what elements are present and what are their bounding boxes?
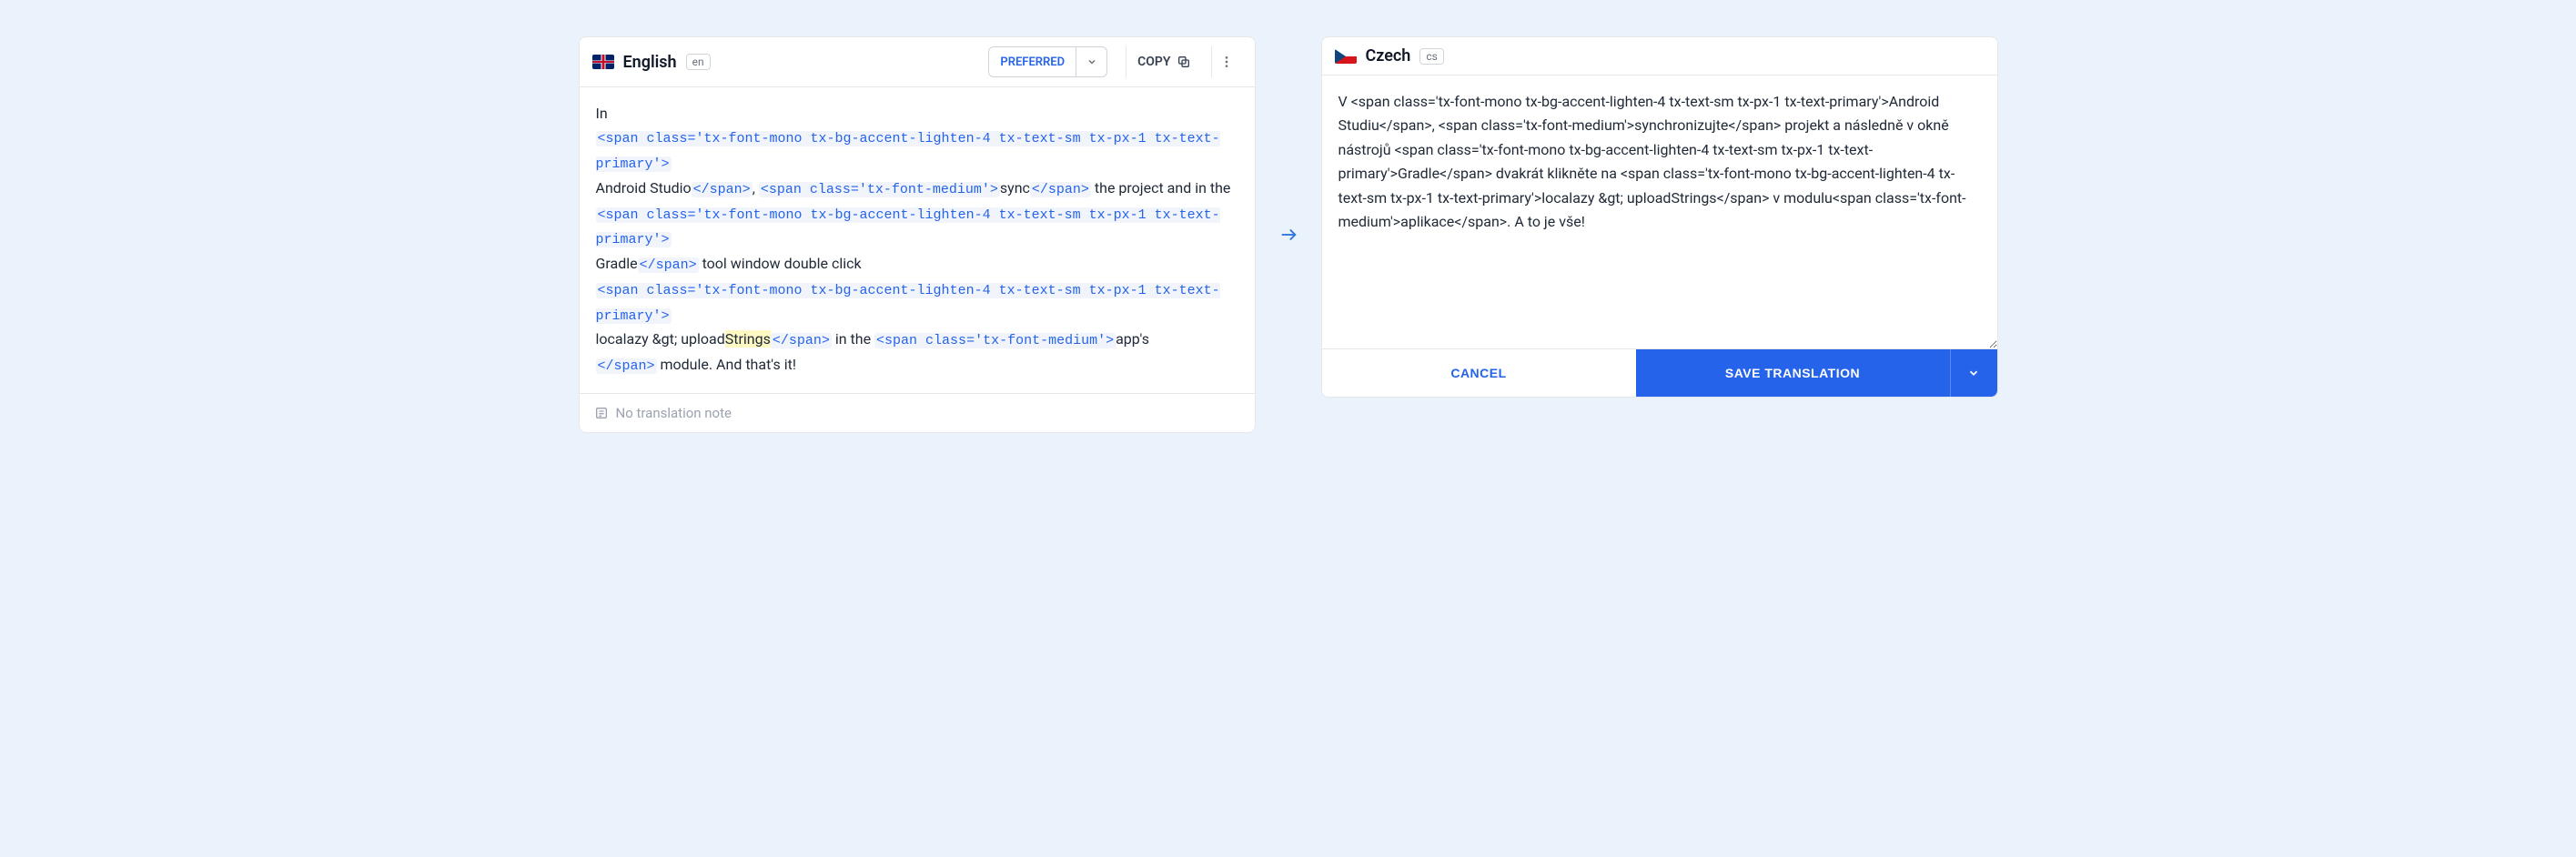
source-panel: English en PREFERRED COPY In <span class=…	[579, 36, 1256, 433]
markup-token: <span class='tx-font-mono tx-bg-accent-l…	[596, 131, 1220, 172]
arrow-right-icon	[1278, 225, 1298, 245]
markup-token: </span>	[638, 257, 699, 273]
flag-cz-icon	[1335, 49, 1357, 64]
source-language-name: English	[623, 53, 677, 72]
source-header: English en PREFERRED COPY	[580, 37, 1255, 87]
flag-uk-icon	[592, 55, 614, 69]
markup-token: </span>	[1030, 182, 1091, 197]
translation-note-row[interactable]: No translation note	[580, 393, 1255, 432]
markup-token: </span>	[692, 182, 753, 197]
source-text: the project and in the	[1091, 179, 1231, 197]
more-vertical-icon	[1219, 55, 1234, 69]
target-footer: CANCEL SAVE TRANSLATION	[1322, 348, 1997, 397]
cancel-button[interactable]: CANCEL	[1322, 349, 1636, 397]
source-text: sync	[1000, 179, 1030, 197]
source-text: localazy &gt; upload	[596, 330, 725, 348]
source-text: Gradle	[596, 255, 638, 272]
chevron-down-icon	[1086, 56, 1097, 67]
markup-token: <span class='tx-font-medium'>	[759, 182, 1000, 197]
translation-input[interactable]	[1322, 76, 1997, 348]
preferred-badge[interactable]: PREFERRED	[988, 46, 1076, 77]
target-header: Czech cs	[1322, 37, 1997, 76]
translation-note-placeholder: No translation note	[616, 405, 732, 421]
source-language-code: en	[686, 54, 711, 70]
source-text: in the	[832, 330, 874, 348]
markup-token: </span>	[771, 333, 832, 348]
preferred-dropdown-button[interactable]	[1076, 46, 1107, 77]
target-language-name: Czech	[1366, 46, 1411, 66]
source-text: app's	[1116, 330, 1149, 348]
copy-button[interactable]: COPY	[1126, 46, 1201, 77]
note-icon	[594, 406, 609, 420]
target-panel: Czech cs CANCEL SAVE TRANSLATION	[1321, 36, 1998, 398]
direction-arrow	[1278, 225, 1299, 245]
source-string-content: In <span class='tx-font-mono tx-bg-accent…	[580, 87, 1255, 393]
source-text: ,	[753, 179, 759, 197]
translation-editor: English en PREFERRED COPY In <span class=…	[579, 36, 1998, 433]
save-translation-button[interactable]: SAVE TRANSLATION	[1636, 349, 1950, 397]
save-dropdown-button[interactable]	[1950, 349, 1997, 397]
source-text: tool window double click	[699, 255, 862, 272]
more-menu-button[interactable]	[1211, 46, 1242, 77]
source-text: Android Studio	[596, 179, 692, 197]
markup-token: </span>	[596, 358, 657, 374]
markup-token: <span class='tx-font-medium'>	[874, 333, 1116, 348]
target-language-code: cs	[1419, 48, 1443, 65]
copy-label: COPY	[1137, 55, 1170, 69]
source-text: In	[596, 105, 608, 122]
copy-icon	[1177, 55, 1191, 69]
source-text: module. And that's it!	[657, 356, 796, 373]
source-text-highlight: Strings	[725, 330, 771, 348]
chevron-down-icon	[1967, 367, 1980, 379]
markup-token: <span class='tx-font-mono tx-bg-accent-l…	[596, 283, 1220, 324]
markup-token: <span class='tx-font-mono tx-bg-accent-l…	[596, 207, 1220, 248]
